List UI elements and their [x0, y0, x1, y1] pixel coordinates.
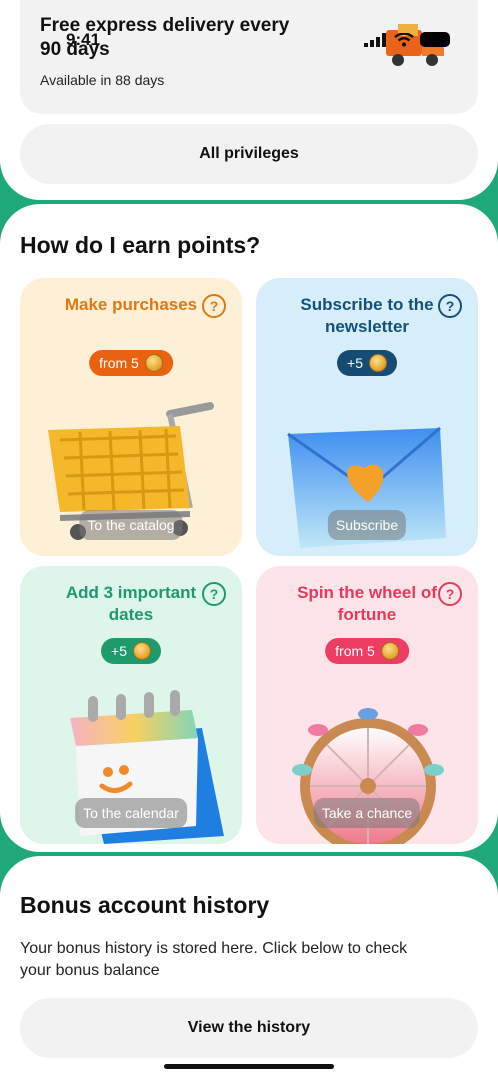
- earn-title: How do I earn points?: [20, 232, 261, 258]
- help-icon[interactable]: ?: [438, 294, 462, 318]
- coin-icon: [368, 354, 387, 372]
- card-make-purchases[interactable]: Make purchases ? from 5 To the catalog: [20, 278, 242, 556]
- truck-icon: [386, 24, 444, 66]
- points-badge: from 5: [89, 350, 173, 376]
- subscribe-button[interactable]: Subscribe: [327, 510, 407, 540]
- to-catalog-button[interactable]: To the catalog: [79, 510, 183, 540]
- help-icon[interactable]: ?: [438, 582, 462, 606]
- points-badge: +5: [101, 638, 161, 664]
- all-privileges-button[interactable]: All privileges: [20, 124, 478, 184]
- badge-text: from 5: [99, 355, 139, 371]
- coin-icon: [132, 642, 151, 660]
- points-badge: from 5: [325, 638, 409, 664]
- card-wheel-of-fortune[interactable]: Spin the wheel of fortune ? from 5 Take …: [256, 566, 478, 844]
- points-badge: +5: [337, 350, 397, 376]
- help-icon[interactable]: ?: [202, 294, 226, 318]
- signal-icon: [364, 32, 386, 47]
- battery-icon: [420, 32, 450, 47]
- delivery-subtitle: Available in 88 days: [40, 72, 165, 88]
- top-sheet: Free express delivery every 90 days Avai…: [0, 0, 498, 200]
- status-icons: [364, 32, 450, 47]
- coin-icon: [144, 354, 163, 372]
- card-subscribe-newsletter[interactable]: Subscribe to the newsletter ? +5 Subscri…: [256, 278, 478, 556]
- to-calendar-button[interactable]: To the calendar: [75, 798, 187, 828]
- history-title: Bonus account history: [20, 892, 270, 918]
- take-chance-button[interactable]: Take a chance: [313, 798, 421, 828]
- badge-text: +5: [347, 355, 363, 371]
- history-text: Your bonus history is stored here. Click…: [20, 940, 408, 979]
- card-add-dates[interactable]: Add 3 important dates ? +5 To the calend…: [20, 566, 242, 844]
- view-history-button[interactable]: View the history: [20, 998, 478, 1058]
- delivery-card[interactable]: Free express delivery every 90 days Avai…: [20, 0, 478, 114]
- wifi-icon: [394, 32, 414, 46]
- coin-icon: [380, 642, 399, 660]
- badge-text: from 5: [335, 643, 375, 659]
- home-indicator: [164, 1064, 334, 1069]
- status-time: 9:41: [66, 30, 101, 49]
- help-icon[interactable]: ?: [202, 582, 226, 606]
- badge-text: +5: [111, 643, 127, 659]
